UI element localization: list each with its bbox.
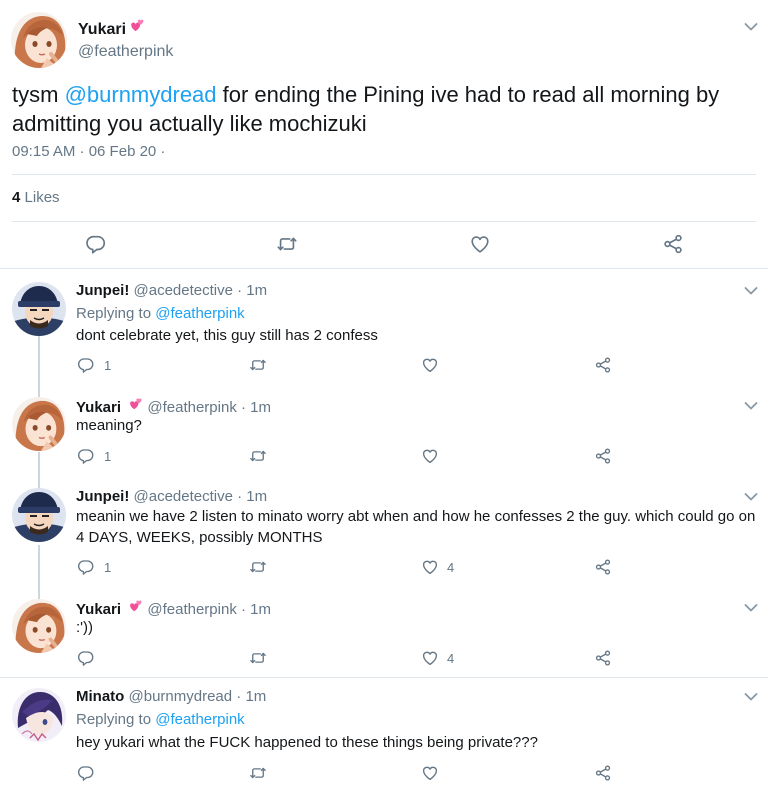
mention-link[interactable]: @burnmydread xyxy=(65,82,217,107)
share-icon[interactable] xyxy=(662,233,684,255)
retweet-icon[interactable] xyxy=(249,447,267,465)
reply-tweet[interactable]: Junpei! @acedetective · 1m Replying to @… xyxy=(0,270,768,380)
replying-to: Replying to @featherpink xyxy=(76,711,245,728)
like-icon[interactable] xyxy=(421,447,439,465)
two-hearts-emoji xyxy=(129,599,143,617)
retweet-icon[interactable] xyxy=(276,233,298,255)
reply-icon[interactable] xyxy=(77,764,95,782)
like-count: 4 xyxy=(447,651,455,666)
likes-label: Likes xyxy=(24,189,60,206)
avatar-image xyxy=(12,688,66,742)
retweet-icon[interactable] xyxy=(249,649,267,667)
avatar[interactable] xyxy=(11,12,67,68)
author-name[interactable]: Minato xyxy=(76,688,124,705)
author-handle[interactable]: @featherpink xyxy=(78,43,173,61)
author-handle[interactable]: @featherpink · 1m xyxy=(147,601,271,618)
chevron-down-icon[interactable] xyxy=(744,603,758,613)
avatar[interactable] xyxy=(12,397,66,451)
reply-icon[interactable] xyxy=(77,649,95,667)
avatar-image xyxy=(12,282,66,336)
reply-count: 1 xyxy=(104,358,112,373)
reply-icon[interactable] xyxy=(77,558,95,576)
author-handle[interactable]: @acedetective · 1m xyxy=(134,282,268,299)
chevron-down-icon[interactable] xyxy=(744,692,758,702)
tweet-text-part: tysm xyxy=(12,82,65,107)
reply-icon[interactable] xyxy=(77,356,95,374)
main-tweet: Yukari @featherpink tysm @burnmydread fo… xyxy=(0,0,768,268)
chevron-down-icon[interactable] xyxy=(744,401,758,411)
reply-header: Yukari @featherpink · 1m xyxy=(76,397,271,416)
like-count: 4 xyxy=(447,560,455,575)
author-name[interactable]: Yukari xyxy=(78,18,145,39)
like-icon[interactable] xyxy=(421,558,439,576)
replying-to-label: Replying to xyxy=(76,711,152,728)
author-handle[interactable]: @burnmydread · 1m xyxy=(129,688,267,705)
reply-icon[interactable] xyxy=(77,447,95,465)
reply-count: 1 xyxy=(104,449,112,464)
mention-link[interactable]: @featherpink xyxy=(155,711,244,728)
share-icon[interactable] xyxy=(594,764,612,782)
reply-text: :')) xyxy=(76,619,94,636)
author-name[interactable]: Junpei! xyxy=(76,488,129,505)
author-name[interactable]: Yukari xyxy=(76,399,121,416)
divider xyxy=(12,174,756,175)
avatar[interactable] xyxy=(12,488,66,542)
mention-link[interactable]: @featherpink xyxy=(155,305,244,322)
share-icon[interactable] xyxy=(594,356,612,374)
author-name[interactable]: Junpei! xyxy=(76,282,129,299)
reply-text: dont celebrate yet, this guy still has 2… xyxy=(76,327,378,344)
reply-tweet[interactable]: Junpei! @acedetective · 1m meanin we hav… xyxy=(0,476,768,586)
reply-tweet[interactable]: Yukari @featherpink · 1m :')) 4 xyxy=(0,587,768,675)
share-icon[interactable] xyxy=(594,558,612,576)
author-handle[interactable]: @featherpink · 1m xyxy=(147,399,271,416)
reply-text: hey yukari what the FUCK happened to the… xyxy=(76,734,538,751)
retweet-icon[interactable] xyxy=(249,356,267,374)
tweet-timestamp[interactable]: 09:15 AM · 06 Feb 20 · xyxy=(12,143,165,160)
likes-summary[interactable]: 4 Likes xyxy=(12,189,60,206)
reply-tweet[interactable]: Minato @burnmydread · 1m Replying to @fe… xyxy=(0,678,768,799)
author-handle[interactable]: @acedetective · 1m xyxy=(134,488,268,505)
reply-tweet[interactable]: Yukari @featherpink · 1m meaning? 1 xyxy=(0,385,768,475)
like-icon[interactable] xyxy=(469,233,491,255)
avatar-image xyxy=(11,12,67,68)
chevron-down-icon[interactable] xyxy=(744,286,758,296)
chevron-down-icon[interactable] xyxy=(744,22,758,32)
reply-text: meaning? xyxy=(76,417,142,434)
divider xyxy=(12,221,756,222)
like-icon[interactable] xyxy=(421,649,439,667)
author-name-text: Yukari xyxy=(78,21,127,38)
author-name[interactable]: Yukari xyxy=(76,601,121,618)
divider xyxy=(0,268,768,269)
chevron-down-icon[interactable] xyxy=(744,492,758,502)
retweet-icon[interactable] xyxy=(249,764,267,782)
replying-to-label: Replying to xyxy=(76,305,152,322)
like-icon[interactable] xyxy=(421,764,439,782)
likes-count: 4 xyxy=(12,189,21,206)
avatar[interactable] xyxy=(12,688,66,742)
avatar-image xyxy=(12,599,66,653)
avatar-image xyxy=(12,488,66,542)
reply-header: Minato @burnmydread · 1m xyxy=(76,688,266,705)
tweet-text: tysm @burnmydread for ending the Pining … xyxy=(12,80,752,138)
two-hearts-emoji xyxy=(130,18,145,38)
two-hearts-emoji xyxy=(129,397,143,415)
reply-text: meanin we have 2 listen to minato worry … xyxy=(76,508,756,546)
reply-header: Junpei! @acedetective · 1m xyxy=(76,488,267,505)
replying-to: Replying to @featherpink xyxy=(76,305,245,322)
reply-header: Yukari @featherpink · 1m xyxy=(76,599,271,618)
share-icon[interactable] xyxy=(594,649,612,667)
avatar[interactable] xyxy=(12,599,66,653)
avatar[interactable] xyxy=(12,282,66,336)
avatar-image xyxy=(12,397,66,451)
like-icon[interactable] xyxy=(421,356,439,374)
share-icon[interactable] xyxy=(594,447,612,465)
reply-icon[interactable] xyxy=(85,233,107,255)
reply-header: Junpei! @acedetective · 1m xyxy=(76,282,267,299)
reply-count: 1 xyxy=(104,560,112,575)
retweet-icon[interactable] xyxy=(249,558,267,576)
